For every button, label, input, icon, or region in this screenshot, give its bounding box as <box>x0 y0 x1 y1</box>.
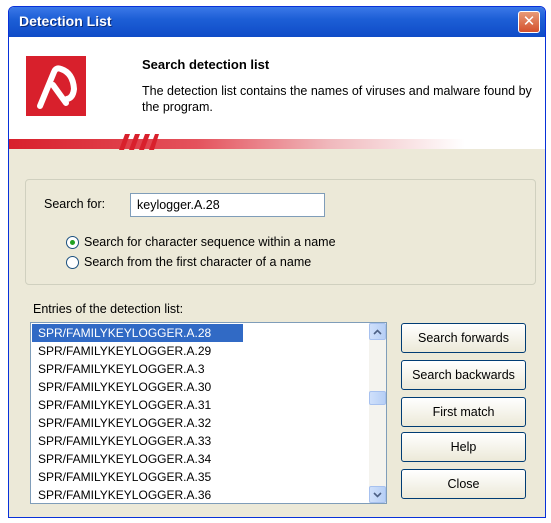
list-item[interactable]: SPR/FAMILYKEYLOGGER.A.32 <box>32 414 368 432</box>
radio-button-selected[interactable] <box>66 235 79 249</box>
list-item[interactable]: SPR/FAMILYKEYLOGGER.A.30 <box>32 378 368 396</box>
list-item[interactable]: SPR/FAMILYKEYLOGGER.A.36 <box>32 486 368 503</box>
window-title: Detection List <box>19 13 112 29</box>
brand-stripe <box>9 139 545 149</box>
avira-umbrella-logo-icon <box>26 56 86 116</box>
list-item[interactable]: SPR/FAMILYKEYLOGGER.A.29 <box>32 342 368 360</box>
chevron-up-icon <box>373 329 382 335</box>
stripe-slashes-decoration <box>119 134 159 150</box>
dialog-header: Search detection list The detection list… <box>9 37 545 150</box>
detection-list-items: SPR/FAMILYKEYLOGGER.A.28 SPR/FAMILYKEYLO… <box>32 324 368 503</box>
close-button[interactable]: Close <box>401 469 526 499</box>
list-item[interactable]: SPR/FAMILYKEYLOGGER.A.35 <box>32 468 368 486</box>
detection-list-dialog: Detection List ✕ Search detection list T… <box>8 6 546 518</box>
radio-search-from-first-char[interactable]: Search from the first character of a nam… <box>66 255 311 269</box>
header-description: The detection list contains the names of… <box>142 84 532 114</box>
list-item[interactable]: SPR/FAMILYKEYLOGGER.A.34 <box>32 450 368 468</box>
entries-label: Entries of the detection list: <box>33 302 184 316</box>
chevron-down-icon <box>373 492 382 498</box>
radio-search-within-name[interactable]: Search for character sequence within a n… <box>66 235 336 249</box>
search-backwards-button[interactable]: Search backwards <box>401 360 526 390</box>
scroll-thumb[interactable] <box>369 391 386 405</box>
radio-label-within: Search for character sequence within a n… <box>84 235 336 249</box>
help-button[interactable]: Help <box>401 432 526 462</box>
radio-label-first-char: Search from the first character of a nam… <box>84 255 312 269</box>
scroll-up-button[interactable] <box>369 323 386 340</box>
first-match-button[interactable]: First match <box>401 397 526 427</box>
search-input[interactable] <box>130 193 325 217</box>
list-item[interactable]: SPR/FAMILYKEYLOGGER.A.3 <box>32 360 368 378</box>
title-bar[interactable]: Detection List ✕ <box>9 7 545 37</box>
detection-listbox[interactable]: SPR/FAMILYKEYLOGGER.A.28 SPR/FAMILYKEYLO… <box>30 322 387 504</box>
close-icon: ✕ <box>522 12 536 30</box>
search-forwards-button[interactable]: Search forwards <box>401 323 526 353</box>
vertical-scrollbar[interactable] <box>369 323 386 503</box>
scroll-down-button[interactable] <box>369 486 386 503</box>
list-item[interactable]: SPR/FAMILYKEYLOGGER.A.31 <box>32 396 368 414</box>
header-title: Search detection list <box>142 57 270 72</box>
close-window-button[interactable]: ✕ <box>518 11 540 33</box>
radio-button[interactable] <box>66 255 79 269</box>
list-item[interactable]: SPR/FAMILYKEYLOGGER.A.33 <box>32 432 368 450</box>
search-label: Search for: <box>44 197 106 211</box>
list-item[interactable]: SPR/FAMILYKEYLOGGER.A.28 <box>32 324 243 342</box>
